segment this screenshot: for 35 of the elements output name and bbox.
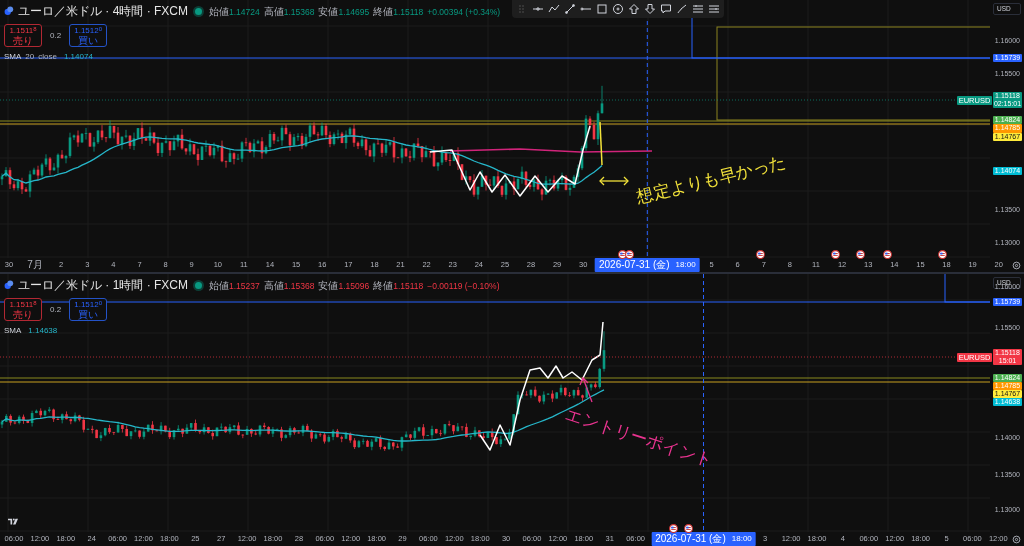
ohlc-value: 1.15368 — [283, 5, 315, 19]
time-text: 18:00 — [675, 259, 696, 271]
date-text: 2026-07-31 (金) — [655, 532, 726, 546]
ohlc-value: 1.15118 — [393, 5, 424, 19]
symbol-title[interactable]: ユーロ／米ドル · 1時間 · FXCM — [18, 276, 188, 294]
ohlc-value: 1.15368 — [283, 279, 315, 293]
ohlc-label: 安値 — [318, 278, 339, 293]
ohlc-value: 1.15118 — [393, 279, 424, 293]
ohlc-value: 1.15096 — [338, 279, 370, 293]
indicator-value: 1.14638 — [28, 325, 58, 337]
date-text: 2026-07-31 (金) — [599, 258, 670, 272]
sell-button[interactable]: 1.1511$^{8}$ 売り — [4, 24, 42, 47]
spread-text: 0.2 — [49, 303, 63, 316]
symbol-title[interactable]: ユーロ／米ドル · 4時間 · FXCM — [18, 2, 188, 20]
change-text: +0.00394 (+0.34%) — [427, 5, 501, 19]
buy-button[interactable]: 1.1512$^{0}$ 買い — [69, 298, 108, 321]
ohlc-label: 終値 — [373, 4, 394, 19]
ohlc-label: 安値 — [318, 4, 339, 19]
ohlc-value: 1.14724 — [229, 5, 260, 19]
handwritten-note: 想定よりも早かった — [634, 149, 789, 210]
sell-button[interactable]: 1.1511$^{8}$ 売り — [4, 298, 42, 321]
ohlc-value: 1.15237 — [229, 279, 260, 293]
ohlc-label: 高値 — [263, 278, 284, 293]
buy-button[interactable]: 1.1512$^{0}$ 買い — [69, 24, 108, 47]
ohlc-label: 終値 — [373, 278, 394, 293]
spread-text: 0.2 — [49, 29, 63, 42]
handwritten-note: エントリーポイント — [562, 402, 716, 473]
time-axis-label: 7月 — [27, 258, 43, 272]
ohlc-value: 1.14695 — [338, 5, 370, 19]
ohlc-label: 高値 — [263, 4, 284, 19]
time-text: 18:00 — [731, 533, 752, 545]
ohlc-label: 始値 — [209, 4, 229, 19]
change-text: −0.00119 (−0.10%) — [427, 279, 500, 293]
indicator-name[interactable]: SMA — [4, 325, 22, 337]
ohlc-label: 始値 — [209, 278, 229, 293]
